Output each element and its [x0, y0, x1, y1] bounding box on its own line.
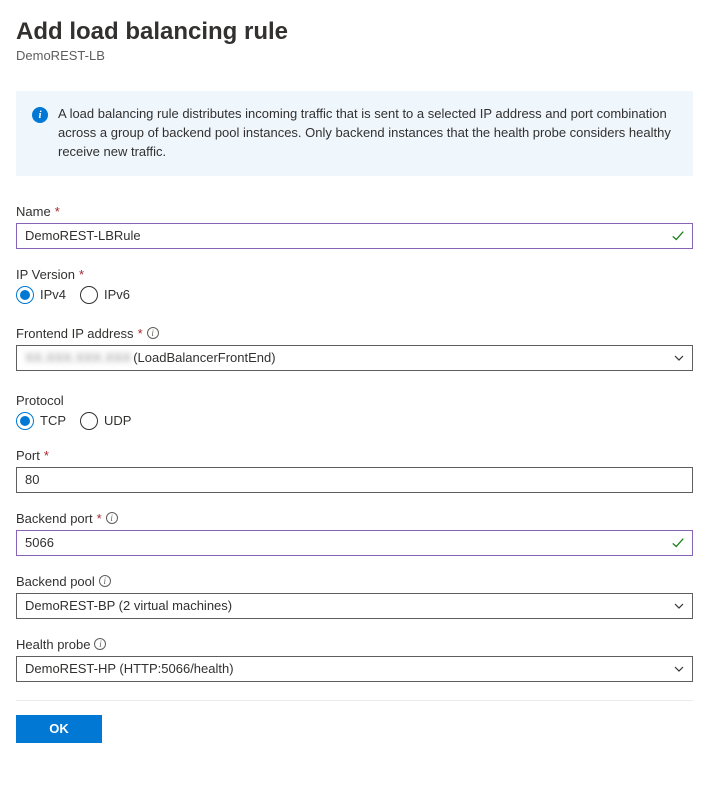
radio-label: TCP — [40, 413, 66, 428]
protocol-label: Protocol — [16, 393, 693, 408]
protocol-radio-udp[interactable]: UDP — [80, 412, 131, 430]
page-subtitle: DemoREST-LB — [16, 48, 693, 63]
radio-icon — [80, 412, 98, 430]
required-marker: * — [44, 448, 49, 463]
backend-pool-select[interactable]: DemoREST-BP (2 virtual machines) — [16, 593, 693, 619]
radio-label: IPv6 — [104, 287, 130, 302]
required-marker: * — [97, 511, 102, 526]
frontend-ip-value-suffix: (LoadBalancerFrontEnd) — [133, 350, 275, 365]
required-marker: * — [138, 326, 143, 341]
health-probe-select[interactable]: DemoREST-HP (HTTP:5066/health) — [16, 656, 693, 682]
backend-port-label: Backend port * i — [16, 511, 693, 526]
required-marker: * — [55, 204, 60, 219]
health-probe-label: Health probe i — [16, 637, 693, 652]
obscured-ip: XX.XXX.XXX.XXX — [25, 350, 131, 365]
ip-version-radio-ipv4[interactable]: IPv4 — [16, 286, 66, 304]
help-icon[interactable]: i — [99, 575, 111, 587]
port-input[interactable] — [16, 467, 693, 493]
backend-pool-value: DemoREST-BP (2 virtual machines) — [25, 598, 232, 613]
ip-version-radio-ipv6[interactable]: IPv6 — [80, 286, 130, 304]
backend-pool-label: Backend pool i — [16, 574, 693, 589]
radio-icon — [16, 286, 34, 304]
info-banner: i A load balancing rule distributes inco… — [16, 91, 693, 176]
radio-label: IPv4 — [40, 287, 66, 302]
radio-icon — [80, 286, 98, 304]
health-probe-value: DemoREST-HP (HTTP:5066/health) — [25, 661, 234, 676]
name-label: Name * — [16, 204, 693, 219]
page-title: Add load balancing rule — [16, 18, 693, 46]
ip-version-label: IP Version * — [16, 267, 693, 282]
protocol-radio-tcp[interactable]: TCP — [16, 412, 66, 430]
frontend-ip-select[interactable]: XX.XXX.XXX.XXX (LoadBalancerFrontEnd) — [16, 345, 693, 371]
frontend-ip-label: Frontend IP address * i — [16, 326, 693, 341]
radio-icon — [16, 412, 34, 430]
help-icon[interactable]: i — [147, 327, 159, 339]
port-label: Port * — [16, 448, 693, 463]
help-icon[interactable]: i — [94, 638, 106, 650]
radio-label: UDP — [104, 413, 131, 428]
info-icon: i — [32, 107, 48, 123]
ok-button[interactable]: OK — [16, 715, 102, 743]
footer-divider — [16, 700, 693, 701]
backend-port-input[interactable] — [16, 530, 693, 556]
info-banner-text: A load balancing rule distributes incomi… — [58, 105, 677, 162]
name-input[interactable] — [16, 223, 693, 249]
help-icon[interactable]: i — [106, 512, 118, 524]
required-marker: * — [79, 267, 84, 282]
